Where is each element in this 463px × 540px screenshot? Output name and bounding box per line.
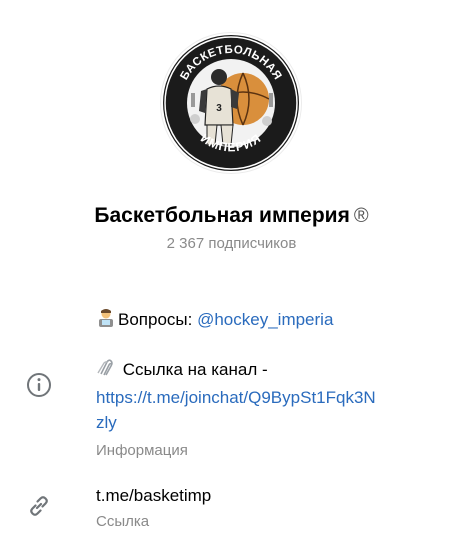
link-icon [25,492,53,520]
channel-link-label: Ссылка [96,513,150,530]
channel-avatar[interactable]: 3 БАСКЕТБОЛЬНАЯ ИМПЕРИЯ [161,33,301,173]
questions-handle-link[interactable]: @hockey_imperia [197,310,333,329]
channel-link-value[interactable]: t.me/basketimp [96,484,211,508]
invite-url-link-continued[interactable]: zly [96,411,117,435]
invite-url-line1: https://t.me/joinchat/Q9BypSt1Fqk3N [96,388,376,407]
basketball-empire-logo: 3 БАСКЕТБОЛЬНАЯ ИМПЕРИЯ [163,35,299,171]
invite-label: Ссылка на канал - [122,360,268,379]
technologist-emoji-icon [96,308,116,335]
svg-text:3: 3 [216,103,222,114]
invite-line: Ссылка на канал - [96,358,268,385]
invite-url-link[interactable]: https://t.me/joinchat/Q9BypSt1Fqk3N [96,386,376,410]
questions-line: Вопросы: @hockey_imperia [96,308,333,335]
subscriber-count: 2 367 подписчиков [166,235,297,252]
info-circle-icon [25,371,53,399]
invite-url-line2: zly [96,413,117,432]
questions-label: Вопросы: [118,310,193,329]
paperclips-emoji-icon [96,358,116,385]
channel-title-text: Баскетбольная империя [94,204,350,227]
info-section-label: Информация [96,442,188,459]
registered-mark: ® [353,205,369,227]
channel-title: Баскетбольная империя ® [0,202,463,230]
